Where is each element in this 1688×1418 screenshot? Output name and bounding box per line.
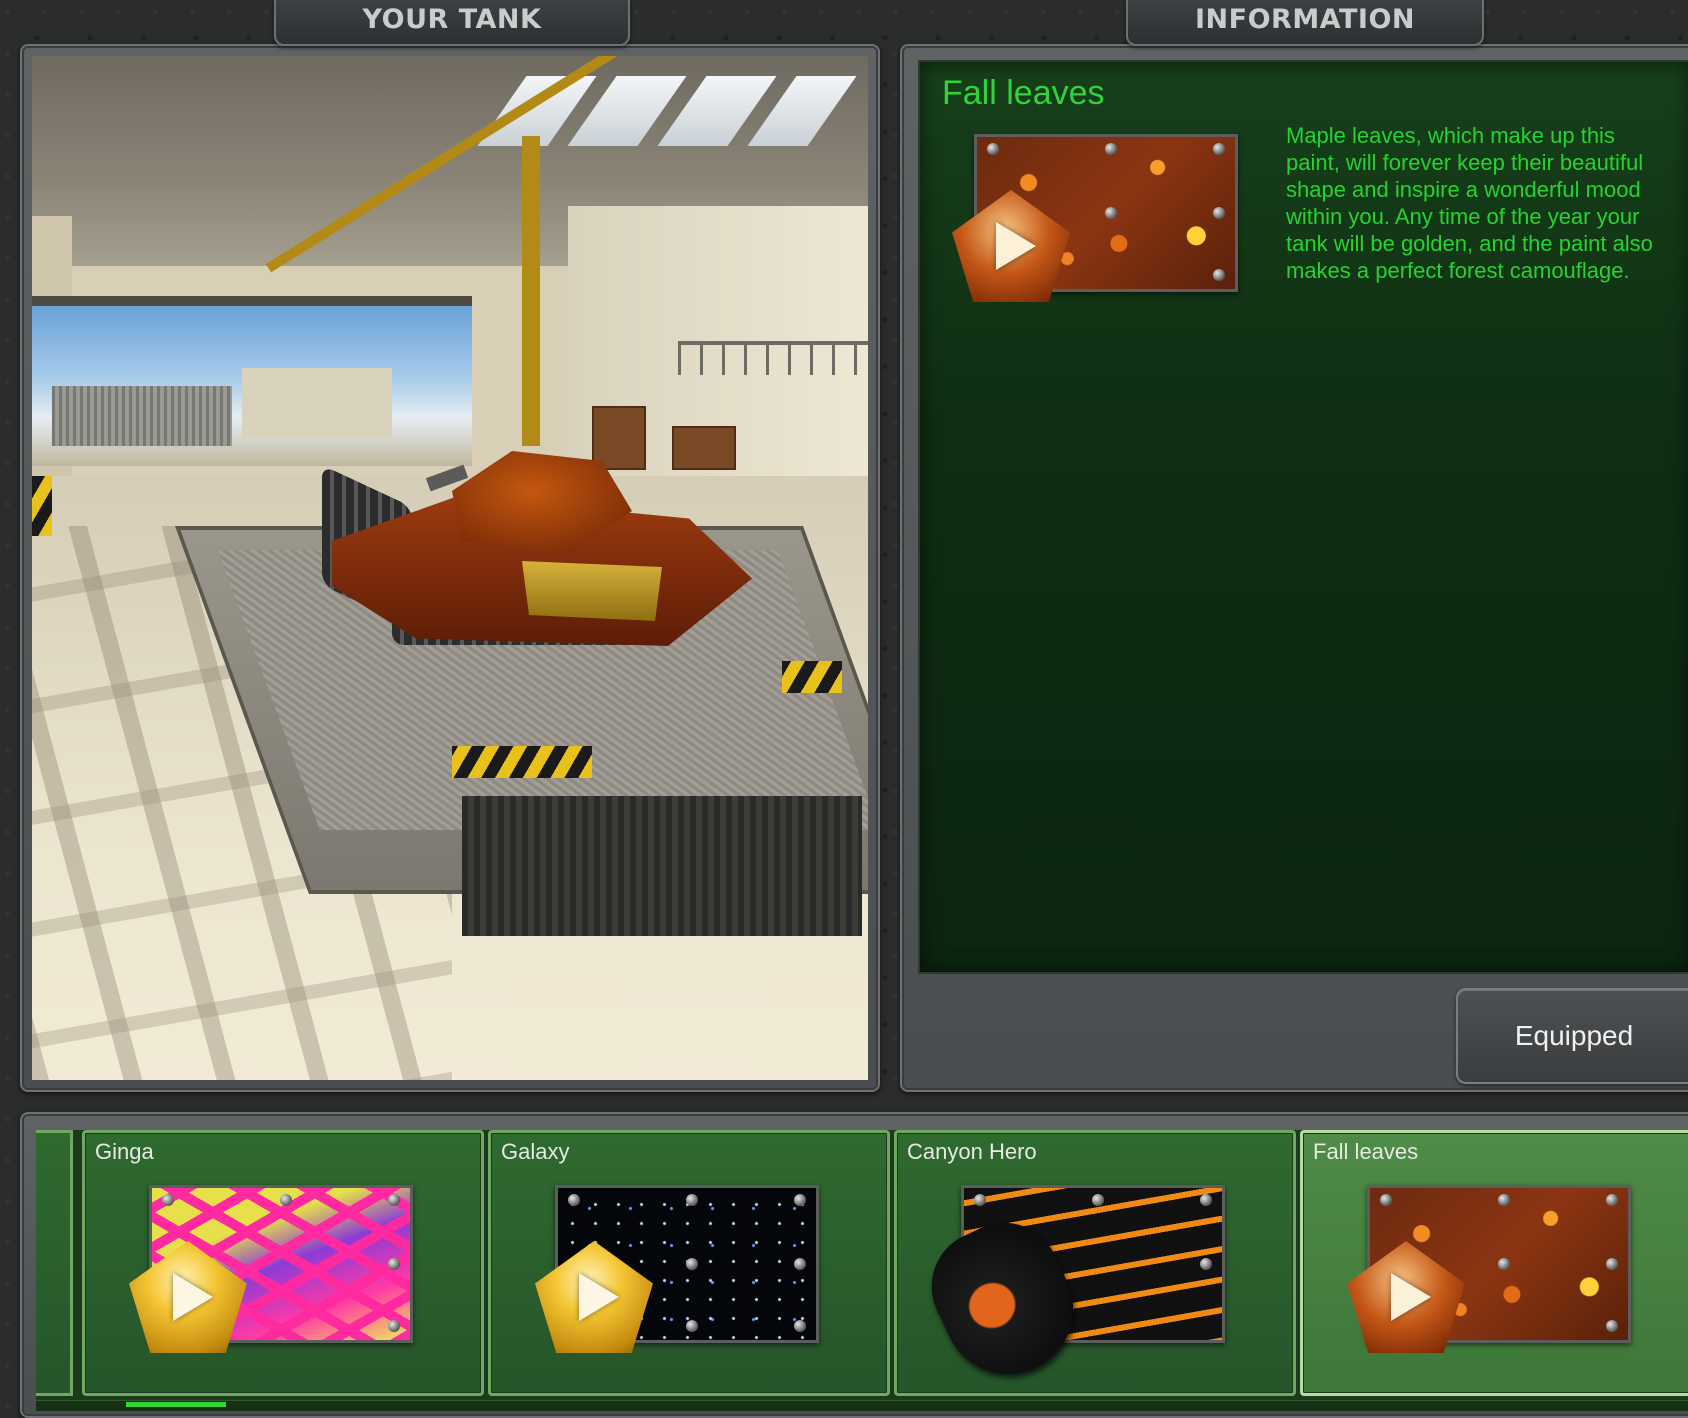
- crate: [592, 406, 646, 470]
- tab-your-tank-label: YOUR TANK: [362, 4, 542, 35]
- play-icon: [996, 222, 1036, 270]
- rivet: [794, 1320, 806, 1332]
- info-screen: Fall leaves Maple leaves, which make up …: [918, 60, 1688, 974]
- paint-item-ginga[interactable]: Ginga: [82, 1130, 484, 1396]
- paint-list-scrollbar[interactable]: [36, 1400, 1688, 1411]
- tab-information: INFORMATION: [1126, 0, 1484, 46]
- hazard-stripes: [452, 746, 592, 778]
- rivet: [1105, 207, 1117, 219]
- outside-building: [242, 368, 392, 438]
- rivet: [1200, 1258, 1212, 1270]
- tank-gold-plate: [522, 561, 662, 621]
- rivet: [686, 1194, 698, 1206]
- hazard-stripes: [782, 661, 842, 693]
- rivet: [1213, 269, 1225, 281]
- tab-information-label: INFORMATION: [1194, 4, 1415, 35]
- item-description: Maple leaves, which make up this paint, …: [1286, 123, 1653, 283]
- equipped-button[interactable]: Equipped: [1456, 988, 1688, 1084]
- balcony-railing: [678, 341, 868, 375]
- paint-item-galaxy[interactable]: Galaxy: [488, 1130, 890, 1396]
- rivet: [686, 1258, 698, 1270]
- paint-item-canyon-hero[interactable]: Canyon Hero: [894, 1130, 1296, 1396]
- rivet: [388, 1258, 400, 1270]
- paint-item-fall-leaves[interactable]: Fall leaves: [1300, 1130, 1688, 1396]
- crane-arm: [522, 136, 540, 446]
- rivet: [1498, 1194, 1510, 1206]
- rivet: [1200, 1194, 1212, 1206]
- rivet: [794, 1194, 806, 1206]
- rivet: [388, 1194, 400, 1206]
- item-title: Fall leaves: [942, 74, 1105, 112]
- paint-item-label: Galaxy: [501, 1139, 570, 1164]
- rivet: [1606, 1194, 1618, 1206]
- hangar-door-opening: [32, 296, 472, 466]
- rivet: [388, 1320, 400, 1332]
- outside-building: [52, 386, 232, 446]
- rivet: [1498, 1258, 1510, 1270]
- hazard-stripes: [32, 476, 52, 536]
- paint-item-label: Ginga: [95, 1139, 154, 1164]
- tank-garage-view[interactable]: [32, 56, 868, 1080]
- rivet: [987, 143, 999, 155]
- play-icon: [173, 1273, 213, 1321]
- rivet: [1606, 1320, 1618, 1332]
- rivet: [1092, 1194, 1104, 1206]
- play-icon: [1391, 1273, 1431, 1321]
- rivet: [162, 1194, 174, 1206]
- paint-list[interactable]: Ginga Galaxy Canyon Hero Fall leaves: [36, 1130, 1688, 1400]
- rivet: [1606, 1258, 1618, 1270]
- rivet: [974, 1194, 986, 1206]
- crate: [672, 426, 736, 470]
- rivet: [794, 1258, 806, 1270]
- list-item-partial[interactable]: [36, 1130, 73, 1396]
- rivet: [1213, 207, 1225, 219]
- rivet: [686, 1320, 698, 1332]
- rivet: [280, 1194, 292, 1206]
- paint-item-label: Canyon Hero: [907, 1139, 1037, 1164]
- equipped-button-label: Equipped: [1514, 1020, 1634, 1051]
- rivet: [1105, 143, 1117, 155]
- paint-item-label: Fall leaves: [1313, 1139, 1419, 1164]
- rivet: [1380, 1194, 1392, 1206]
- floor-pit: [462, 796, 862, 936]
- rivet: [568, 1194, 580, 1206]
- tab-your-tank: YOUR TANK: [274, 0, 630, 46]
- paint-list-scroll-thumb[interactable]: [126, 1402, 226, 1407]
- play-icon: [579, 1273, 619, 1321]
- rivet: [1213, 143, 1225, 155]
